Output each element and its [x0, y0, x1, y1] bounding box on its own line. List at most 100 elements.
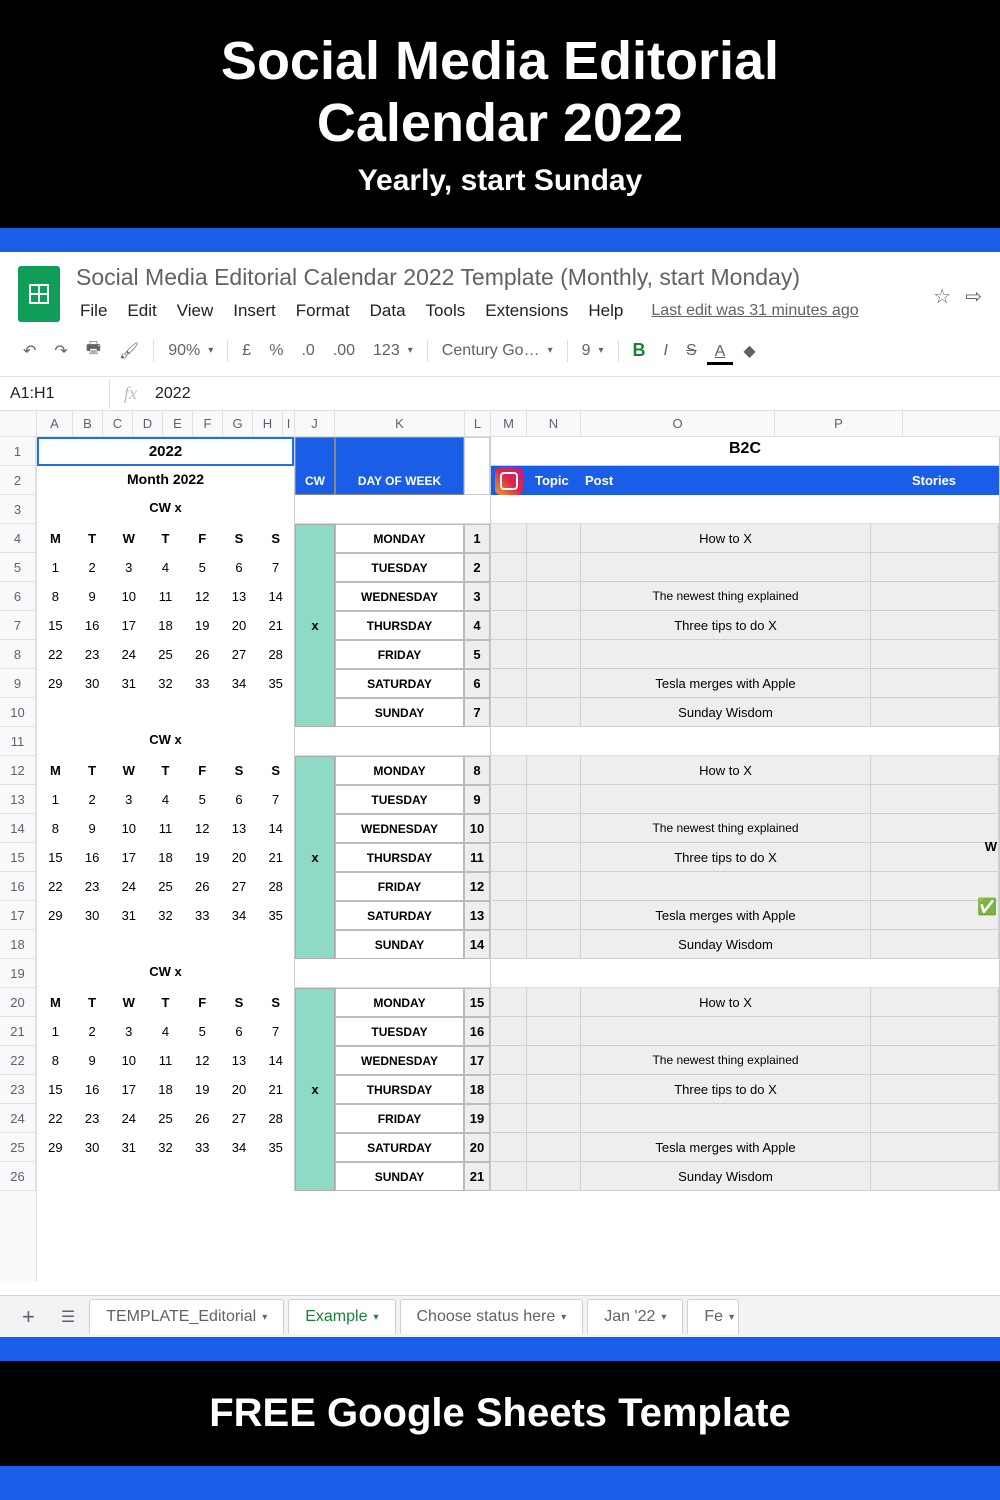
move-icon[interactable]: ⇨: [965, 284, 982, 309]
row-header[interactable]: 16: [0, 872, 36, 901]
content-row[interactable]: How to X: [491, 756, 999, 785]
content-row[interactable]: [491, 785, 999, 814]
col-header[interactable]: H: [253, 411, 283, 436]
content-row[interactable]: Sunday Wisdom: [491, 698, 999, 727]
content-row[interactable]: Sunday Wisdom: [491, 930, 999, 959]
redo-button[interactable]: ↷: [46, 335, 75, 367]
paint-format-button[interactable]: 🖌: [111, 335, 147, 367]
row-header[interactable]: 21: [0, 1017, 36, 1046]
content-row[interactable]: The newest thing explained: [491, 1046, 999, 1075]
bold-button[interactable]: B: [625, 334, 654, 367]
col-header[interactable]: O: [581, 411, 775, 436]
col-header[interactable]: I: [283, 411, 295, 436]
star-icon[interactable]: ☆: [933, 284, 951, 309]
content-row[interactable]: [491, 640, 999, 669]
row-header[interactable]: 1: [0, 437, 36, 466]
row-header[interactable]: 5: [0, 553, 36, 582]
row-header[interactable]: 11: [0, 727, 36, 756]
strikethrough-button[interactable]: S: [678, 336, 705, 366]
content-row[interactable]: How to X: [491, 524, 999, 553]
col-header[interactable]: B: [73, 411, 103, 436]
row-header[interactable]: 2: [0, 466, 36, 495]
row-header[interactable]: 15: [0, 843, 36, 872]
menu-tools[interactable]: Tools: [418, 297, 474, 325]
name-box[interactable]: A1:H1: [0, 379, 110, 409]
menu-view[interactable]: View: [169, 297, 222, 325]
col-header[interactable]: G: [223, 411, 253, 436]
content-row[interactable]: Tesla merges with Apple: [491, 1133, 999, 1162]
row-header[interactable]: 10: [0, 698, 36, 727]
row-header[interactable]: 20: [0, 988, 36, 1017]
tab-status[interactable]: Choose status here: [400, 1299, 584, 1334]
italic-button[interactable]: I: [656, 336, 676, 366]
content-row[interactable]: Sunday Wisdom: [491, 1162, 999, 1191]
content-row[interactable]: [491, 553, 999, 582]
content-row[interactable]: [491, 1017, 999, 1046]
row-header[interactable]: 14: [0, 814, 36, 843]
year-cell[interactable]: 2022: [37, 437, 294, 466]
menu-file[interactable]: File: [72, 297, 115, 325]
tab-jan22[interactable]: Jan '22: [587, 1299, 683, 1334]
col-header[interactable]: N: [527, 411, 581, 436]
content-row[interactable]: [491, 1104, 999, 1133]
currency-button[interactable]: £: [234, 336, 259, 366]
content-row[interactable]: [491, 872, 999, 901]
content-row[interactable]: Tesla merges with Apple: [491, 669, 999, 698]
row-header[interactable]: 7: [0, 611, 36, 640]
number-format-button[interactable]: 123: [365, 336, 421, 366]
row-header[interactable]: 18: [0, 930, 36, 959]
last-edit-link[interactable]: Last edit was 31 minutes ago: [643, 298, 866, 324]
sheets-logo-icon[interactable]: [18, 266, 60, 322]
decrease-decimal-button[interactable]: .0: [293, 336, 322, 366]
row-header[interactable]: 22: [0, 1046, 36, 1075]
col-header[interactable]: D: [133, 411, 163, 436]
row-header[interactable]: 9: [0, 669, 36, 698]
row-header[interactable]: 23: [0, 1075, 36, 1104]
menu-edit[interactable]: Edit: [119, 297, 164, 325]
menu-data[interactable]: Data: [362, 297, 414, 325]
col-header[interactable]: C: [103, 411, 133, 436]
row-header[interactable]: 3: [0, 495, 36, 524]
col-header[interactable]: K: [335, 411, 465, 436]
tab-example[interactable]: Example: [288, 1299, 395, 1334]
all-sheets-button[interactable]: ☰: [51, 1299, 85, 1335]
undo-button[interactable]: ↶: [15, 335, 44, 367]
tab-partial[interactable]: Fe: [687, 1299, 739, 1334]
col-header[interactable]: P: [775, 411, 903, 436]
menu-format[interactable]: Format: [288, 297, 358, 325]
add-sheet-button[interactable]: +: [10, 1296, 47, 1338]
row-header[interactable]: 17: [0, 901, 36, 930]
font-select[interactable]: Century Go…: [434, 336, 561, 366]
tab-template[interactable]: TEMPLATE_Editorial: [89, 1299, 284, 1334]
row-header[interactable]: 4: [0, 524, 36, 553]
menu-extensions[interactable]: Extensions: [477, 297, 576, 325]
content-row[interactable]: The newest thing explained: [491, 814, 999, 843]
print-button[interactable]: 🖶: [78, 331, 109, 370]
spreadsheet-grid[interactable]: 1234567891011121314151617181920212223242…: [0, 411, 1000, 1281]
content-row[interactable]: Three tips to do X: [491, 611, 999, 640]
col-header[interactable]: J: [295, 411, 335, 436]
row-header[interactable]: 12: [0, 756, 36, 785]
zoom-select[interactable]: 90%: [160, 336, 221, 366]
content-row[interactable]: Three tips to do X: [491, 843, 999, 872]
formula-input[interactable]: 2022: [151, 379, 195, 409]
row-header[interactable]: 19: [0, 959, 36, 988]
col-header[interactable]: F: [193, 411, 223, 436]
text-color-button[interactable]: A: [707, 337, 734, 365]
row-header[interactable]: 6: [0, 582, 36, 611]
col-header[interactable]: E: [163, 411, 193, 436]
row-header[interactable]: 24: [0, 1104, 36, 1133]
row-header[interactable]: 26: [0, 1162, 36, 1191]
row-header[interactable]: 13: [0, 785, 36, 814]
increase-decimal-button[interactable]: .00: [325, 336, 363, 366]
row-header[interactable]: 25: [0, 1133, 36, 1162]
month-cell[interactable]: Month 2022: [37, 466, 294, 495]
col-header[interactable]: M: [491, 411, 527, 436]
content-row[interactable]: How to X: [491, 988, 999, 1017]
fill-color-button[interactable]: ◆: [735, 335, 763, 367]
content-row[interactable]: Three tips to do X: [491, 1075, 999, 1104]
document-title[interactable]: Social Media Editorial Calendar 2022 Tem…: [72, 262, 933, 293]
row-header[interactable]: 8: [0, 640, 36, 669]
col-header[interactable]: A: [37, 411, 73, 436]
menu-help[interactable]: Help: [580, 297, 631, 325]
